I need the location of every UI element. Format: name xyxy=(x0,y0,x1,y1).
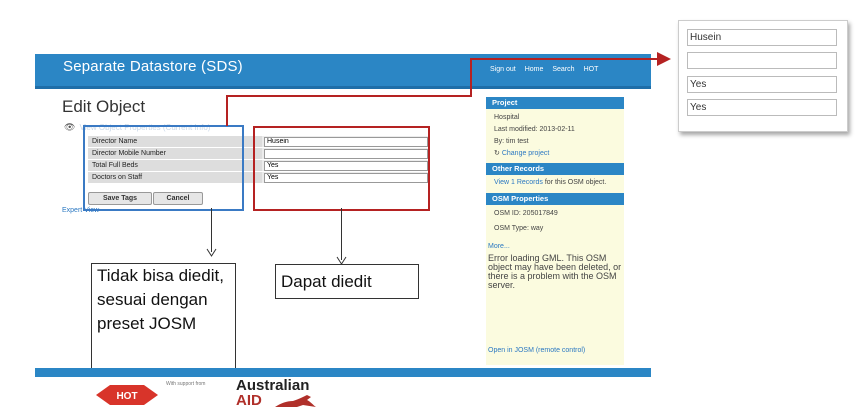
open-in-josm-link[interactable]: Open in JOSM (remote control) xyxy=(486,345,593,357)
kangaroo-icon xyxy=(275,395,316,407)
arrow-down-icon xyxy=(206,248,217,257)
hot-logo: HOT xyxy=(96,385,158,405)
last-modified: Last modified: 2013-02-11 xyxy=(494,126,575,133)
arrow-head-icon xyxy=(657,52,671,66)
connector-line xyxy=(226,95,228,126)
more-link: More... xyxy=(488,243,510,250)
svg-text:HOT: HOT xyxy=(116,391,137,402)
project-name: Hospital xyxy=(494,114,520,121)
editable-highlight xyxy=(253,126,430,211)
other-records-text: View 1 Records for this OSM object. xyxy=(494,179,607,186)
non-editable-highlight xyxy=(83,125,244,211)
zoomed-fields-panel: Husein Yes Yes xyxy=(678,20,848,132)
osm-properties-heading: OSM Properties xyxy=(486,193,624,205)
osm-type: OSM Type: way xyxy=(494,225,544,232)
project-heading: Project xyxy=(486,97,624,109)
app-title: Separate Datastore (SDS) xyxy=(63,58,243,75)
other-records-heading: Other Records xyxy=(486,163,624,175)
zoom-total-full-beds-field: Yes xyxy=(687,76,837,93)
change-project-row: ↻ Change project xyxy=(486,148,624,160)
top-nav: Sign out Home Search HOT xyxy=(490,66,598,73)
connector-line xyxy=(470,58,472,97)
pointer-line xyxy=(341,208,342,260)
change-project-link[interactable]: Change project xyxy=(502,150,549,157)
modified-by: By: tim test xyxy=(494,138,529,145)
zoom-director-mobile-field xyxy=(687,52,837,69)
nav-sign-out[interactable]: Sign out xyxy=(490,66,516,73)
pointer-line xyxy=(211,208,212,252)
zoom-director-name-field: Husein xyxy=(687,29,837,46)
nav-search[interactable]: Search xyxy=(552,66,574,73)
gml-error-text: Error loading GML. This OSM object may h… xyxy=(488,253,622,290)
nav-hot[interactable]: HOT xyxy=(584,66,599,73)
refresh-icon: ↻ xyxy=(494,150,500,157)
editable-note: Dapat diedit xyxy=(275,264,419,299)
not-editable-note: Tidak bisa diedit, sesuai dengan preset … xyxy=(91,263,236,373)
view-records-link[interactable]: View 1 Records xyxy=(494,179,543,186)
eye-icon: 👁 xyxy=(64,122,76,132)
support-text: With support from xyxy=(166,381,206,387)
osm-id: OSM ID: 205017849 xyxy=(494,210,558,217)
nav-home[interactable]: Home xyxy=(525,66,544,73)
connector-line xyxy=(226,95,471,97)
footer-bar xyxy=(35,368,651,377)
connector-line xyxy=(470,58,660,60)
page-title: Edit Object xyxy=(62,97,146,116)
sidebar: Project Hospital Last modified: 2013-02-… xyxy=(486,97,624,365)
zoom-doctors-on-staff-field: Yes xyxy=(687,99,837,116)
